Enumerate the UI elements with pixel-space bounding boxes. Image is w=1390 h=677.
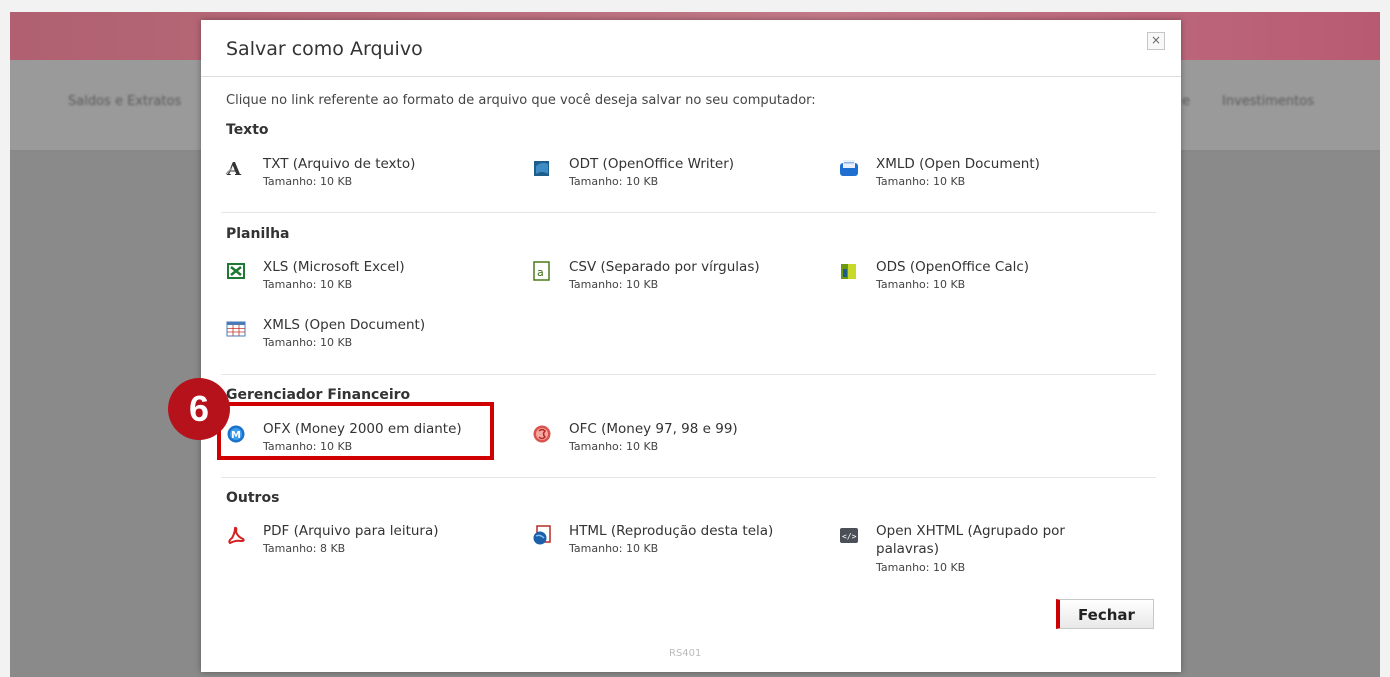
- format-name: HTML (Reprodução desta tela): [569, 523, 774, 539]
- format-size: Tamanho: 10 KB: [263, 336, 353, 349]
- background-nav-item: e: [1182, 94, 1190, 109]
- format-size: Tamanho: 10 KB: [569, 278, 659, 291]
- format-name-continued: palavras): [876, 541, 939, 557]
- format-name: PDF (Arquivo para leitura): [263, 523, 439, 539]
- section-title: Texto: [226, 122, 269, 138]
- excel-icon: [227, 263, 245, 279]
- format-size: Tamanho: 10 KB: [876, 561, 966, 574]
- format-name: ODS (OpenOffice Calc): [876, 259, 1030, 275]
- svg-text:</>: </>: [842, 532, 857, 541]
- highlight-box: [217, 402, 494, 460]
- format-size: Tamanho: 10 KB: [569, 440, 659, 453]
- format-name: XLS (Microsoft Excel): [263, 259, 405, 275]
- xml-document-icon: [840, 160, 858, 176]
- save-as-file-dialog: Salvar como Arquivo × Clique no link ref…: [201, 20, 1181, 672]
- format-xhtml-link[interactable]: </> Open XHTML (Agrupado por palavras) T…: [839, 523, 1139, 579]
- screen-code: RS401: [669, 648, 702, 659]
- format-size: Tamanho: 10 KB: [569, 175, 659, 188]
- section-title: Planilha: [226, 226, 290, 242]
- section-divider: [221, 477, 1156, 478]
- format-size: Tamanho: 10 KB: [263, 175, 353, 188]
- html-icon: [533, 525, 551, 545]
- pdf-icon: [228, 526, 245, 545]
- openoffice-calc-icon: [841, 264, 856, 279]
- format-name: Open XHTML (Agrupado por: [876, 523, 1065, 539]
- format-name: ODT (OpenOffice Writer): [569, 156, 735, 172]
- money-ofc-icon: [533, 425, 551, 443]
- format-size: Tamanho: 8 KB: [263, 542, 346, 555]
- close-button[interactable]: Fechar: [1056, 599, 1154, 629]
- section-title: Outros: [226, 490, 280, 506]
- close-icon[interactable]: ×: [1147, 32, 1165, 50]
- csv-icon: a: [533, 261, 550, 281]
- format-size: Tamanho: 10 KB: [876, 175, 966, 188]
- openoffice-writer-icon: [534, 161, 549, 176]
- svg-text:a: a: [537, 266, 544, 279]
- format-size: Tamanho: 10 KB: [876, 278, 966, 291]
- instruction-text: Clique no link referente ao formato de a…: [226, 93, 816, 108]
- format-name: CSV (Separado por vírgulas): [569, 259, 760, 275]
- section-divider: [221, 374, 1156, 375]
- title-divider: [201, 76, 1181, 77]
- step-badge: 6: [168, 378, 230, 440]
- background-nav-item: Investimentos: [1222, 94, 1314, 109]
- format-name: OFC (Money 97, 98 e 99): [569, 421, 738, 437]
- background-nav-item: Saldos e Extratos: [68, 94, 182, 109]
- svg-text:A: A: [226, 159, 242, 178]
- xhtml-icon: </>: [840, 528, 858, 543]
- format-size: Tamanho: 10 KB: [569, 542, 659, 555]
- text-file-icon: A: [226, 159, 242, 178]
- format-name: XMLD (Open Document): [876, 156, 1040, 172]
- format-name: XMLS (Open Document): [263, 317, 426, 333]
- dialog-title: Salvar como Arquivo: [226, 38, 423, 60]
- format-name: TXT (Arquivo de texto): [263, 156, 416, 172]
- format-size: Tamanho: 10 KB: [263, 278, 353, 291]
- section-title: Gerenciador Financeiro: [226, 387, 411, 403]
- spreadsheet-icon: [226, 321, 246, 337]
- section-divider: [221, 212, 1156, 213]
